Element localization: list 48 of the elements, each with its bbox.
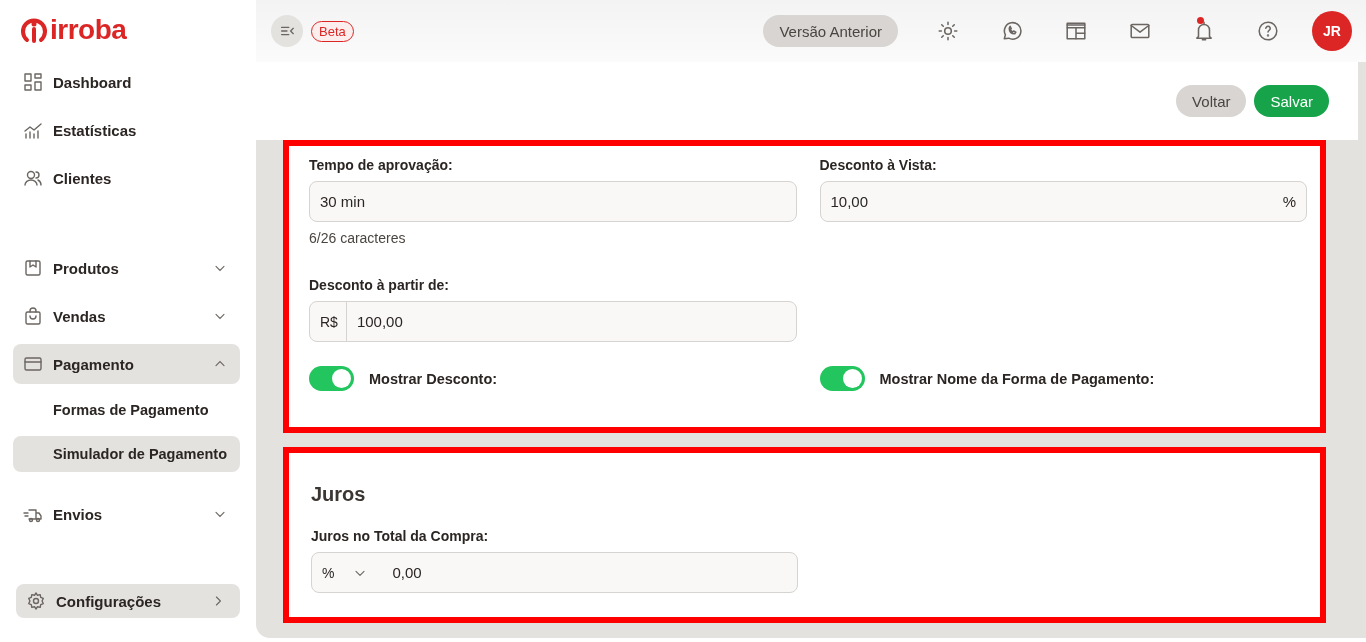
back-button[interactable]: Voltar [1176, 85, 1247, 117]
sidebar-item[interactable]: Clientes [13, 158, 240, 198]
calendar-layout-icon [1065, 20, 1087, 42]
input-field[interactable]: 10,00 % [819, 181, 1307, 222]
settings-icon [26, 591, 46, 611]
field-suffix: % [1282, 193, 1296, 210]
field-prefix: R$ [320, 302, 347, 341]
sun-icon [937, 20, 959, 42]
settings-item[interactable]: Configurações [16, 584, 240, 618]
field-label: Juros no Total da Compra: [311, 528, 490, 544]
user-avatar[interactable]: JR [1312, 11, 1352, 51]
bell-icon [1193, 20, 1215, 42]
character-counter: 6/26 caracteres [309, 230, 407, 246]
submenu-item[interactable]: Simulador de Pagamento [13, 436, 240, 472]
toggle-label: Mostrar Desconto: [369, 370, 498, 387]
toggle-switch[interactable] [309, 366, 354, 391]
credit-card-icon [23, 354, 43, 374]
collapse-menu-button[interactable] [271, 15, 303, 47]
unit-select[interactable]: % [322, 564, 369, 581]
input-field[interactable]: % 0,00 [311, 552, 798, 593]
field-label: Desconto à Vista: [819, 157, 938, 173]
field-label: Tempo de aprovação: [309, 157, 454, 173]
sidebar-item[interactable]: Dashboard [13, 62, 240, 102]
help-icon [1257, 20, 1279, 42]
box-icon [23, 258, 43, 278]
chart-icon [23, 120, 43, 140]
sidebar-item[interactable]: Pagamento [13, 344, 240, 384]
toggle-switch[interactable] [819, 366, 865, 391]
field-value: 10,00 [830, 193, 870, 210]
beta-badge: Beta [311, 20, 354, 42]
field-value: 0,00 [392, 564, 423, 581]
field-value: 100,00 [356, 313, 404, 330]
logo-text: irroba [50, 14, 127, 46]
previous-version-button[interactable]: Versão Anterior [763, 15, 898, 47]
input-field[interactable]: R$ 100,00 [309, 301, 797, 342]
section-title: Juros [311, 483, 367, 506]
bag-icon [23, 306, 43, 326]
sidebar-item[interactable]: Vendas [13, 296, 240, 336]
sidebar-item[interactable]: Envios [13, 494, 240, 534]
field-label: Desconto à partir de: [309, 277, 451, 293]
grid-icon [23, 72, 43, 92]
submenu-item[interactable]: Formas de Pagamento [13, 392, 240, 428]
users-icon [23, 168, 43, 188]
toggle-label: Mostrar Nome da Forma de Pagamento: [879, 370, 1155, 387]
chat-bubble-icon [1001, 20, 1023, 42]
sidebar-item[interactable]: Produtos [13, 248, 240, 288]
sidebar-item[interactable]: Estatísticas [13, 110, 240, 150]
input-field[interactable]: 30 min [309, 181, 797, 222]
